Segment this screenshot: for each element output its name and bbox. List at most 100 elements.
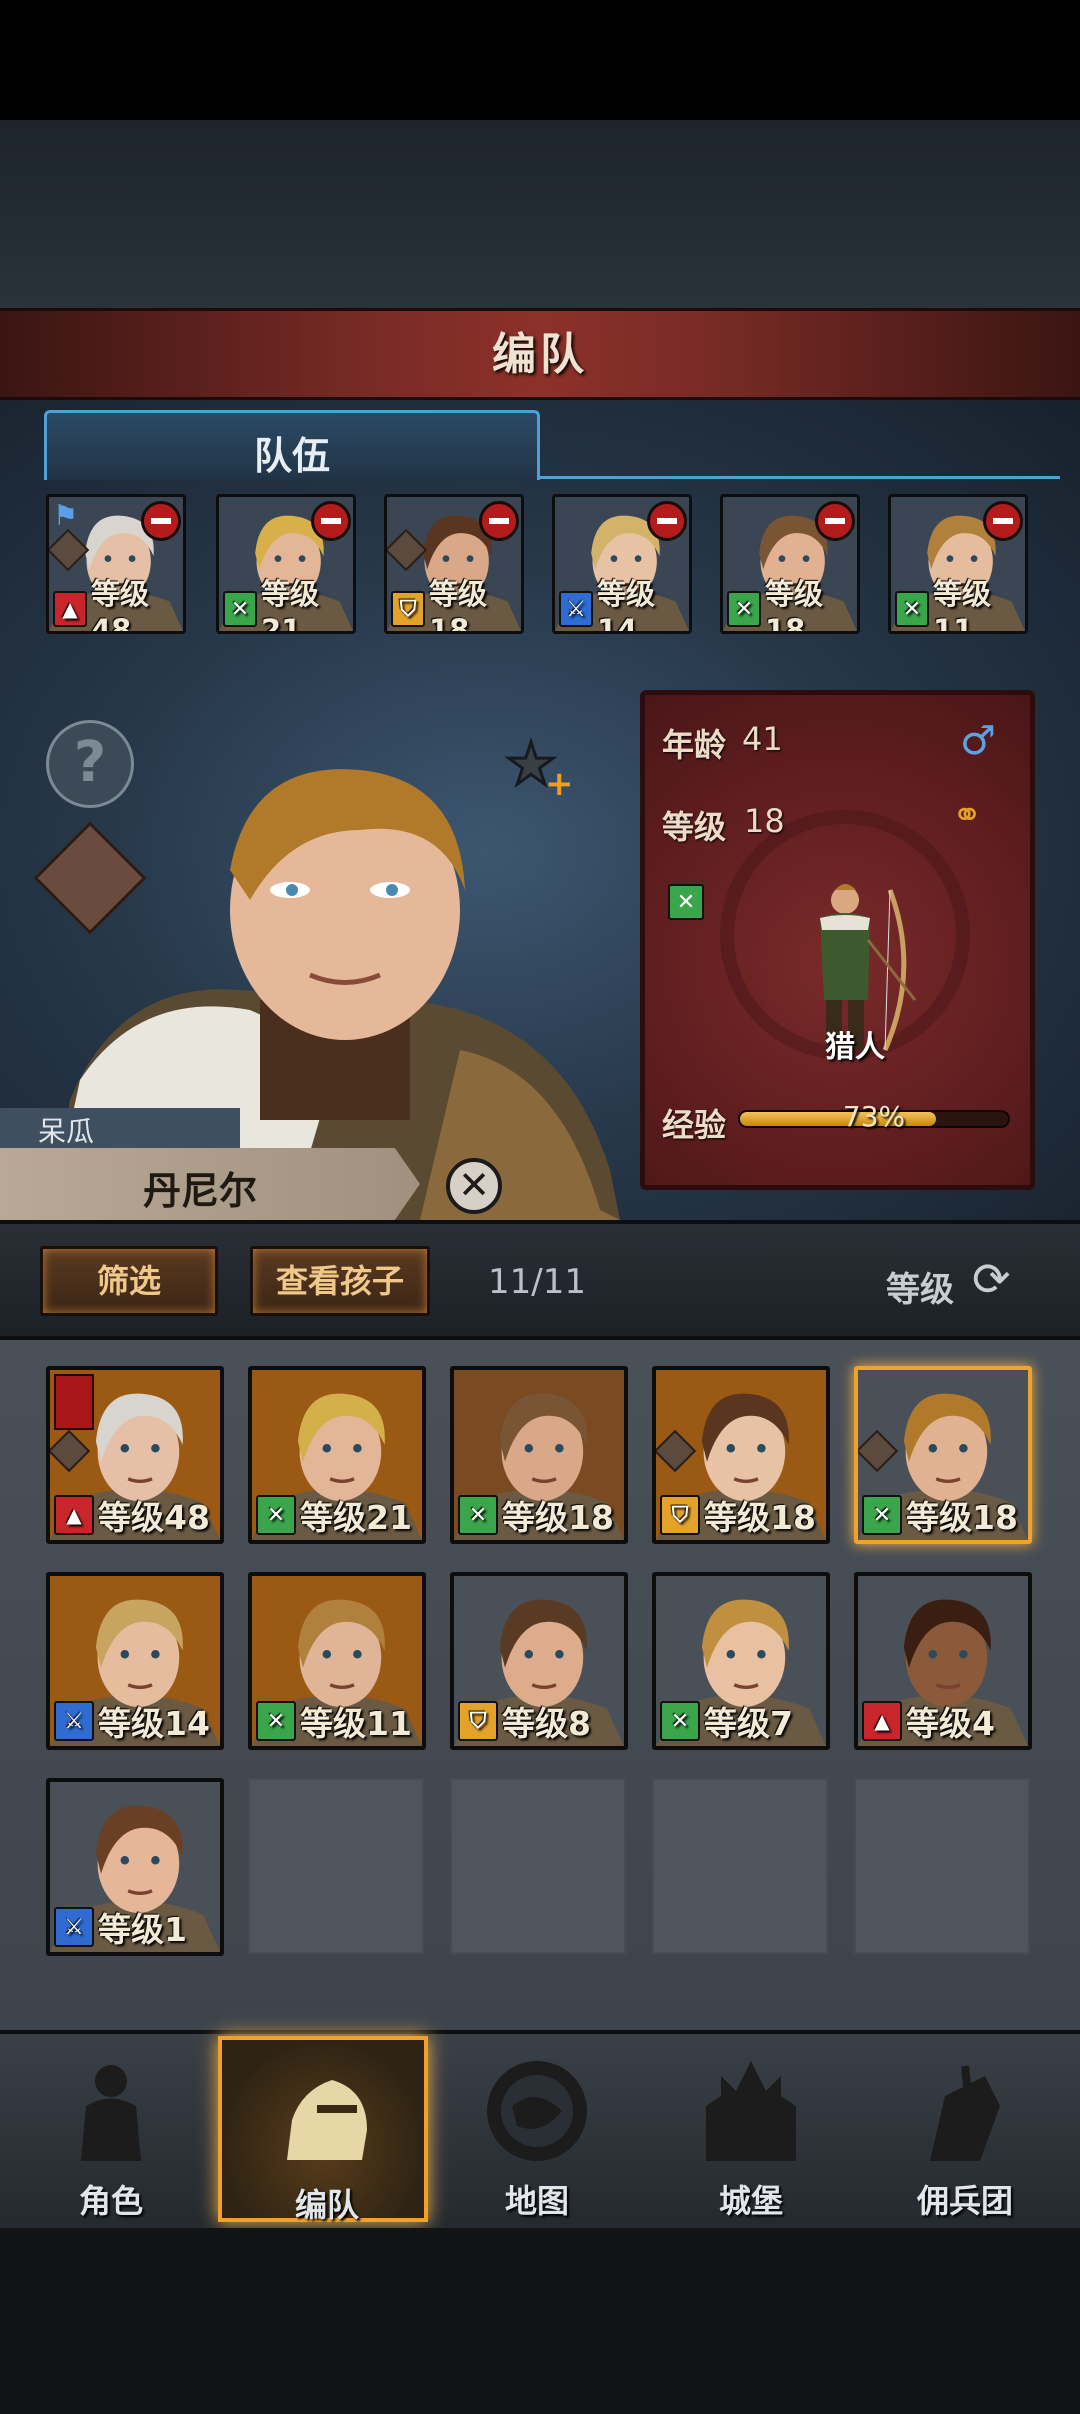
beast-role-icon	[862, 1701, 902, 1741]
roster-card[interactable]: 等级48	[46, 1366, 224, 1544]
sword-role-icon	[54, 1907, 94, 1947]
level-text: 等级48	[90, 577, 149, 634]
team-slot[interactable]: 等级21	[216, 494, 356, 634]
empty-roster-slot	[450, 1778, 626, 1954]
remove-member-icon[interactable]	[311, 501, 351, 541]
hunter-role-icon	[895, 591, 929, 627]
hunter-role-icon	[256, 1495, 296, 1535]
mercenary-icon	[930, 2065, 1000, 2161]
header-background	[0, 120, 1080, 310]
sword-role-icon	[559, 591, 593, 627]
level-label: 等级	[662, 808, 727, 846]
level-text: 等级18	[428, 577, 487, 634]
view-children-button[interactable]: 查看孩子	[250, 1246, 430, 1316]
dismiss-close-button[interactable]: ✕	[446, 1158, 502, 1214]
level-text: 等级21	[260, 577, 319, 634]
roster-card[interactable]: 等级11	[248, 1572, 426, 1750]
guard-role-icon	[660, 1495, 700, 1535]
empty-roster-slot	[248, 1778, 424, 1954]
level-text: 等级18	[502, 1498, 614, 1537]
team-slot[interactable]: 等级11	[888, 494, 1028, 634]
filter-button[interactable]: 筛选	[40, 1246, 218, 1316]
sort-refresh-icon[interactable]: ⟳	[972, 1252, 1011, 1306]
hunter-role-icon	[458, 1495, 498, 1535]
system-nav-area	[0, 2228, 1080, 2414]
roster-card[interactable]: 等级8	[450, 1572, 628, 1750]
nav-label: 角色	[78, 2182, 143, 2220]
status-bar-area	[0, 0, 1080, 120]
team-slot[interactable]: 等级18	[720, 494, 860, 634]
hunter-role-icon	[862, 1495, 902, 1535]
roster-card[interactable]: 等级4	[854, 1572, 1032, 1750]
nav-item[interactable]: 佣兵团	[860, 2036, 1070, 2222]
nav-label: 编队	[294, 2186, 359, 2224]
exp-label: 经验	[662, 1106, 727, 1144]
age-value: 41	[742, 720, 783, 758]
level-text: 等级11	[932, 577, 991, 634]
team-slot[interactable]: 等级18	[384, 494, 524, 634]
remove-member-icon[interactable]	[815, 501, 855, 541]
level-text: 等级7	[704, 1704, 793, 1743]
remove-member-icon[interactable]	[479, 501, 519, 541]
roster-count: 11/11	[488, 1262, 586, 1302]
leader-flag-icon: ⚑	[53, 499, 79, 532]
nav-item[interactable]: 地图	[432, 2036, 642, 2222]
nav-item[interactable]: 城堡	[646, 2036, 856, 2222]
castle-icon	[706, 2061, 796, 2161]
level-text: 等级4	[906, 1704, 995, 1743]
roster-card[interactable]: 等级18	[652, 1366, 830, 1544]
tab-underline	[540, 476, 1060, 479]
character-nickname: 呆瓜	[38, 1115, 95, 1148]
hunter-role-icon	[727, 591, 761, 627]
compass-map-icon	[487, 2061, 587, 2161]
beast-role-icon	[53, 591, 87, 627]
level-text: 等级18	[764, 577, 823, 634]
level-value: 18	[744, 802, 785, 840]
male-gender-icon: ♂	[960, 718, 996, 764]
remove-member-icon[interactable]	[983, 501, 1023, 541]
house-banner-icon	[54, 1374, 94, 1430]
level-text: 等级14	[596, 577, 655, 634]
nav-label: 佣兵团	[916, 2182, 1013, 2220]
roster-card[interactable]: 等级18	[854, 1366, 1032, 1544]
level-text: 等级18	[906, 1498, 1018, 1537]
empty-roster-slot	[652, 1778, 828, 1954]
level-text: 等级18	[704, 1498, 816, 1537]
sort-label[interactable]: 等级	[886, 1262, 954, 1311]
beast-role-icon	[54, 1495, 94, 1535]
team-slot[interactable]: ⚑ 等级48	[46, 494, 186, 634]
helmet-icon	[287, 2080, 367, 2160]
empty-roster-slot	[854, 1778, 1030, 1954]
remove-member-icon[interactable]	[141, 501, 181, 541]
level-text: 等级11	[300, 1704, 412, 1743]
guard-role-icon	[458, 1701, 498, 1741]
character-name: 丹尼尔	[142, 1169, 257, 1213]
hunter-role-icon	[668, 884, 704, 920]
age-label: 年龄	[662, 726, 727, 764]
level-text: 等级14	[98, 1704, 210, 1743]
roster-card[interactable]: 等级7	[652, 1572, 830, 1750]
nickname-tag	[0, 1108, 240, 1148]
roster-card[interactable]: 等级18	[450, 1366, 628, 1544]
remove-member-icon[interactable]	[647, 501, 687, 541]
nav-item[interactable]: 角色	[6, 2036, 216, 2222]
roster-card[interactable]: 等级21	[248, 1366, 426, 1544]
guard-role-icon	[391, 591, 425, 627]
level-text: 等级21	[300, 1498, 412, 1537]
marriage-ring-icon[interactable]: ⚭	[952, 795, 982, 836]
hunter-role-icon	[256, 1701, 296, 1741]
tab-team-label: 队伍	[253, 434, 330, 478]
hunter-role-icon	[223, 591, 257, 627]
level-text: 等级48	[98, 1498, 210, 1537]
roster-card[interactable]: 等级1	[46, 1778, 224, 1956]
hunter-role-icon	[660, 1701, 700, 1741]
page-title: 编队	[492, 329, 588, 380]
nav-label: 城堡	[718, 2182, 783, 2220]
exp-percent: 73%	[842, 1100, 906, 1133]
roster-card[interactable]: 等级14	[46, 1572, 224, 1750]
level-text: 等级8	[502, 1704, 591, 1743]
knight-icon	[81, 2065, 141, 2161]
nav-item[interactable]: 编队	[218, 2036, 428, 2224]
class-name: 猎人	[825, 1030, 885, 1065]
team-slot[interactable]: 等级14	[552, 494, 692, 634]
